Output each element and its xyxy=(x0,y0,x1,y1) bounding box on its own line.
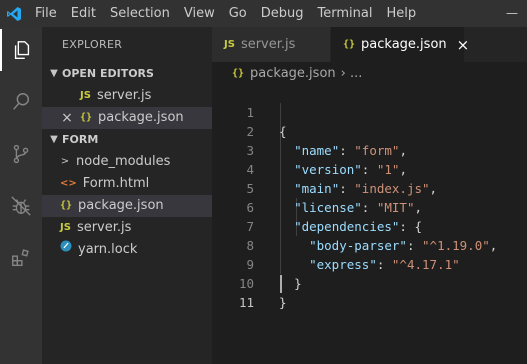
extensions-icon[interactable] xyxy=(0,237,42,279)
open-editor-label: server.js xyxy=(96,88,152,103)
breadcrumb-separator[interactable]: › ... xyxy=(341,66,363,81)
activity-bar xyxy=(0,27,42,364)
yarn-icon xyxy=(60,239,72,261)
json-file-icon: {} xyxy=(343,39,356,50)
tree-item-package-json[interactable]: {} package.json xyxy=(42,195,212,217)
chevron-down-icon: ▼ xyxy=(50,134,58,145)
code-line: 4 "main": "index.js", xyxy=(212,141,527,196)
source-control-icon[interactable] xyxy=(0,133,42,175)
open-editor-package-json[interactable]: × {} package.json xyxy=(42,107,212,129)
open-editor-label: package.json xyxy=(98,110,184,125)
tree-item-node-modules[interactable]: > node_modules xyxy=(42,151,212,173)
js-file-icon: JS xyxy=(224,39,235,50)
explorer-sidebar: EXPLORER ▼ OPEN EDITORS JS server.js × {… xyxy=(42,27,212,364)
tree-item-form-html[interactable]: <> Form.html xyxy=(42,173,212,195)
json-file-icon: {} xyxy=(232,67,245,79)
breadcrumb: {} package.json › ... xyxy=(212,62,527,84)
js-file-icon: JS xyxy=(80,90,91,101)
title-bar: File Edit Selection View Go Debug Termin… xyxy=(0,0,527,27)
breadcrumb-file[interactable]: package.json xyxy=(250,66,336,81)
code-token: } xyxy=(279,295,287,310)
line-number: 11 xyxy=(238,295,254,310)
close-icon[interactable]: × xyxy=(457,36,470,54)
menu-debug[interactable]: Debug xyxy=(254,0,311,27)
code-line: 9 } xyxy=(212,236,527,291)
menu-edit[interactable]: Edit xyxy=(64,0,103,27)
code-line: 1 { xyxy=(212,84,527,139)
menu-selection[interactable]: Selection xyxy=(103,0,177,27)
code-line: 11 xyxy=(212,274,527,310)
folder-label: FORM xyxy=(62,133,99,146)
open-editor-server-js[interactable]: JS server.js xyxy=(42,85,212,107)
menu-go[interactable]: Go xyxy=(222,0,254,27)
debug-icon[interactable] xyxy=(0,185,42,227)
explorer-title: EXPLORER xyxy=(62,38,123,51)
code-line: 7 "body-parser": "^1.19.0", xyxy=(212,198,527,253)
tree-item-server-js[interactable]: JS server.js xyxy=(42,217,212,239)
tree-item-label: yarn.lock xyxy=(78,242,138,257)
editor-tabs: JS server.js {} package.json × xyxy=(212,27,527,62)
code-line: 10 } xyxy=(212,255,527,310)
menu-terminal[interactable]: Terminal xyxy=(311,0,380,27)
js-file-icon: JS xyxy=(60,222,71,233)
explorer-icon[interactable] xyxy=(0,29,42,71)
menu-help[interactable]: Help xyxy=(379,0,423,27)
folder-header[interactable]: ▼ FORM xyxy=(42,129,212,151)
chevron-down-icon: ▼ xyxy=(50,68,58,79)
json-file-icon: {} xyxy=(60,200,73,211)
code-editor[interactable]: 1 { 2 "name": "form", 3 "version": "1", … xyxy=(212,84,527,364)
close-icon[interactable]: × xyxy=(60,107,74,129)
code-line: 3 "version": "1", xyxy=(212,122,527,177)
tab-label: server.js xyxy=(240,37,296,52)
json-file-icon: {} xyxy=(80,112,93,123)
code-line: 2 "name": "form", xyxy=(212,103,527,158)
window-control-icon[interactable]: — xyxy=(497,0,527,27)
html-file-icon: <> xyxy=(60,178,77,189)
vscode-logo-icon xyxy=(0,0,28,27)
tree-item-label: package.json xyxy=(78,198,164,213)
tab-package-json[interactable]: {} package.json × xyxy=(331,27,469,62)
open-editors-label: OPEN EDITORS xyxy=(62,67,154,80)
chevron-right-icon: > xyxy=(60,156,70,167)
tree-item-label: Form.html xyxy=(82,176,150,191)
code-line: 8 "express": "^4.17.1" xyxy=(212,217,527,272)
menu-file[interactable]: File xyxy=(28,0,64,27)
tab-server-js[interactable]: JS server.js xyxy=(212,27,331,62)
tree-item-yarn-lock[interactable]: yarn.lock xyxy=(42,239,212,261)
search-icon[interactable] xyxy=(0,81,42,123)
menu-view[interactable]: View xyxy=(177,0,222,27)
menu-bar: File Edit Selection View Go Debug Termin… xyxy=(28,0,423,27)
tree-item-label: node_modules xyxy=(76,154,171,169)
open-editors-header[interactable]: ▼ OPEN EDITORS xyxy=(42,63,212,85)
code-line: 5 "license": "MIT", xyxy=(212,160,527,215)
code-line: 6 "dependencies": { xyxy=(212,179,527,234)
tab-label: package.json xyxy=(361,37,447,52)
tree-item-label: server.js xyxy=(76,220,132,235)
text-cursor xyxy=(280,275,282,293)
